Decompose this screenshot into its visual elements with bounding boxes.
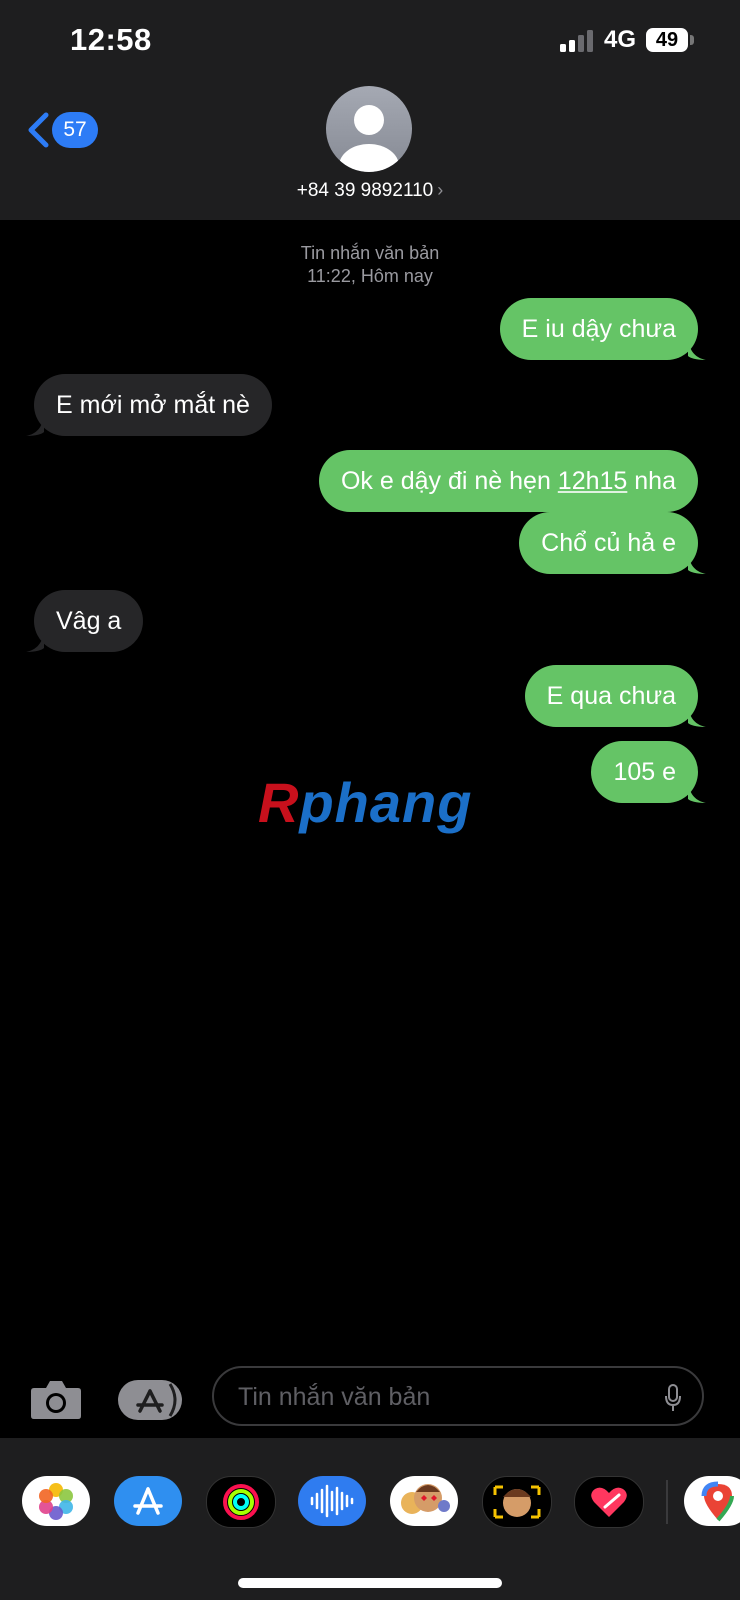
bubble-tail bbox=[688, 340, 706, 360]
photos-icon[interactable] bbox=[22, 1476, 90, 1526]
back-button[interactable]: 57 bbox=[26, 110, 106, 150]
battery-tip bbox=[690, 35, 694, 45]
message-text-after: nha bbox=[627, 467, 676, 495]
network-type: 4G bbox=[604, 26, 637, 53]
maps-icon[interactable] bbox=[684, 1476, 740, 1526]
message-text: E qua chưa bbox=[546, 682, 676, 710]
camera-icon[interactable] bbox=[30, 1378, 82, 1420]
time-link[interactable]: 12h15 bbox=[558, 467, 628, 495]
app-store-button[interactable] bbox=[118, 1380, 182, 1420]
tray-divider bbox=[666, 1480, 668, 1524]
message-bubble-sent[interactable]: 105 e bbox=[591, 741, 706, 803]
message-bubble-sent[interactable]: E qua chưa bbox=[524, 665, 706, 727]
message-text: Chổ củ hả e bbox=[541, 529, 676, 557]
microphone-icon[interactable] bbox=[664, 1384, 682, 1412]
message-text: 105 e bbox=[613, 758, 676, 786]
thread-type-label: Tin nhắn văn bản bbox=[300, 243, 440, 263]
battery-icon: 49 bbox=[646, 28, 688, 52]
activity-icon[interactable] bbox=[206, 1476, 276, 1528]
memoji-sticker-icon[interactable] bbox=[482, 1476, 552, 1528]
message-text: E iu dậy chưa bbox=[521, 315, 676, 343]
bubble-tail bbox=[26, 632, 44, 652]
message-input-placeholder: Tin nhắn văn bản bbox=[238, 1383, 431, 1411]
memoji-icon[interactable] bbox=[390, 1476, 458, 1526]
message-input[interactable]: Tin nhắn văn bản bbox=[212, 1366, 704, 1426]
message-bubble-sent[interactable]: Ok e dậy đi nè hẹn 12h15 nha bbox=[318, 450, 698, 512]
contact-number: +84 39 9892110 bbox=[296, 180, 434, 201]
person-icon bbox=[339, 105, 399, 172]
message-text: Vâg a bbox=[56, 607, 122, 635]
app-store-icon[interactable] bbox=[114, 1476, 182, 1526]
status-time: 12:58 bbox=[70, 22, 152, 57]
message-text: E mới mở mắt nè bbox=[56, 391, 250, 419]
message-bubble-sent[interactable]: Chổ củ hả e bbox=[519, 512, 706, 574]
thread-timestamp: Tin nhắn văn bản 11:22, Hôm nay bbox=[0, 242, 740, 288]
contact-name[interactable]: +84 39 9892110 › bbox=[0, 180, 740, 202]
watermark-rest: phang bbox=[299, 771, 473, 834]
message-bubble-received[interactable]: Vâg a bbox=[26, 590, 144, 652]
thread-time: 11:22, Hôm nay bbox=[307, 266, 433, 286]
watermark-logo: Rphang bbox=[258, 770, 472, 835]
unread-count-badge: 57 bbox=[52, 112, 98, 148]
app-store-icon bbox=[136, 1383, 177, 1417]
message-bubble-sent[interactable]: E iu dậy chưa bbox=[499, 298, 706, 360]
avatar[interactable] bbox=[326, 86, 412, 172]
signal-icon bbox=[560, 30, 593, 52]
chevron-left-icon bbox=[28, 112, 49, 148]
message-bubble-received[interactable]: E mới mở mắt nè bbox=[26, 374, 272, 436]
chevron-right-icon: › bbox=[437, 180, 444, 200]
digital-touch-icon[interactable] bbox=[574, 1476, 644, 1528]
nav-header: 12:58 4G 49 57 +84 39 9892110 › bbox=[0, 0, 740, 220]
battery-level: 49 bbox=[655, 29, 679, 51]
bubble-tail bbox=[688, 783, 706, 803]
bubble-tail bbox=[26, 416, 44, 436]
watermark-first-letter: R bbox=[258, 771, 300, 834]
bubble-tail bbox=[688, 554, 706, 574]
audio-icon[interactable] bbox=[298, 1476, 366, 1526]
bubble-tail bbox=[688, 707, 706, 727]
home-indicator[interactable] bbox=[238, 1578, 502, 1588]
message-text-before: Ok e dậy đi nè hẹn bbox=[340, 467, 558, 495]
